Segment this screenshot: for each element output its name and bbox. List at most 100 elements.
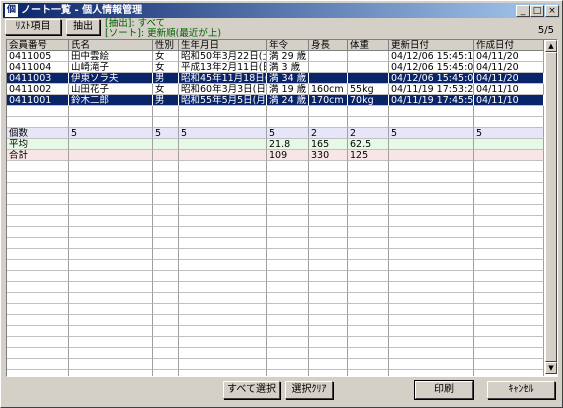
cell-gender <box>153 282 179 293</box>
empty-row <box>7 271 544 282</box>
cell-height <box>309 315 348 326</box>
extract-button[interactable]: 抽出 <box>66 19 100 35</box>
cell-age: 109 <box>267 150 309 161</box>
cell-age <box>267 260 309 271</box>
cell-age <box>267 161 309 172</box>
title-bar[interactable]: 個 ノート一覧 - 個人情報管理 _ □ × <box>3 3 560 18</box>
empty-row <box>7 205 544 216</box>
clear-selection-button[interactable]: 選択ｸﾘｱ <box>285 381 333 399</box>
cell-created <box>474 117 544 128</box>
cell-member-no <box>7 337 69 348</box>
cell-height <box>309 249 348 260</box>
print-button[interactable]: 印刷 <box>414 380 474 400</box>
cell-name <box>69 106 153 117</box>
cell-created: 5 <box>474 128 544 139</box>
cell-gender <box>153 172 179 183</box>
data-grid[interactable]: 会員番号 氏名 性別 生年月日 年令 身長 体重 更新日付 作成日付 0411005 田中雲絵女昭和… <box>6 39 558 377</box>
cell-updated: 04/12/06 15:45:02 <box>389 73 474 84</box>
vertical-scrollbar[interactable]: ▲ ▼ <box>545 40 557 374</box>
cell-height: 160cm <box>309 84 348 95</box>
cell-name <box>69 348 153 359</box>
cell-name: 鈴木二郎 <box>69 95 153 106</box>
cell-name <box>69 326 153 337</box>
cell-updated <box>389 161 474 172</box>
cell-weight <box>348 172 389 183</box>
cell-weight <box>348 293 389 304</box>
cell-created <box>474 194 544 205</box>
cell-gender <box>153 106 179 117</box>
column-header-created: 作成日付 <box>474 40 544 51</box>
cell-age <box>267 238 309 249</box>
cell-gender <box>153 359 179 370</box>
cell-created <box>474 227 544 238</box>
cell-height: 165 <box>309 139 348 150</box>
cell-created <box>474 293 544 304</box>
scroll-up-icon[interactable]: ▲ <box>545 40 557 52</box>
minimize-button[interactable]: _ <box>516 5 530 17</box>
cell-weight <box>348 249 389 260</box>
scroll-thumb[interactable] <box>545 52 557 362</box>
cell-birthdate <box>179 359 267 370</box>
maximize-button[interactable]: □ <box>530 5 544 17</box>
cell-height <box>309 51 348 62</box>
cell-age <box>267 359 309 370</box>
cell-updated <box>389 150 474 161</box>
cell-weight <box>348 359 389 370</box>
table-row[interactable]: 0411003伊東ソラ夫男昭和45年11月18日(水満 34 歳 04/12/06… <box>7 73 544 84</box>
cell-weight <box>348 260 389 271</box>
cell-height <box>309 282 348 293</box>
cell-gender: 女 <box>153 84 179 95</box>
cancel-button[interactable]: ｷｬﾝｾﾙ <box>487 381 555 399</box>
table-row[interactable]: 0411004 山崎滝子女平成13年2月11日(日満 3 歳 04/12/06 15… <box>7 62 544 73</box>
cell-birthdate: 5 <box>179 128 267 139</box>
cell-height <box>309 238 348 249</box>
table-row[interactable]: 0411005 田中雲絵女昭和50年3月22日(土満 29 歳 04/12/06 1… <box>7 51 544 62</box>
select-all-button[interactable]: すべて選択 <box>223 381 280 399</box>
empty-row <box>7 216 544 227</box>
column-header-member-no: 会員番号 <box>7 40 69 51</box>
cell-birthdate <box>179 304 267 315</box>
scroll-down-icon[interactable]: ▼ <box>545 362 557 374</box>
cell-member-no: 0411002 <box>7 84 69 95</box>
cell-weight: 62.5 <box>348 139 389 150</box>
cell-age <box>267 216 309 227</box>
cell-name <box>69 194 153 205</box>
cell-weight: 2 <box>348 128 389 139</box>
empty-row <box>7 348 544 359</box>
cell-updated <box>389 271 474 282</box>
close-button[interactable]: × <box>545 5 559 17</box>
cell-height <box>309 161 348 172</box>
cell-height <box>309 359 348 370</box>
cell-height <box>309 216 348 227</box>
list-items-button[interactable]: ﾘｽﾄ項目 <box>5 19 61 35</box>
cell-member-no <box>7 260 69 271</box>
cell-updated <box>389 293 474 304</box>
cell-birthdate <box>179 370 267 376</box>
cell-gender <box>153 238 179 249</box>
cell-birthdate: 平成13年2月11日(日 <box>179 62 267 73</box>
cell-birthdate <box>179 183 267 194</box>
cell-weight <box>348 271 389 282</box>
cell-age <box>267 304 309 315</box>
cell-member-no <box>7 216 69 227</box>
cell-created <box>474 359 544 370</box>
empty-row <box>7 117 544 128</box>
cell-updated <box>389 326 474 337</box>
table-row[interactable]: 0411002 山田花子女昭和60年3月3日(日) 満 19 歳 160cm 55kg 0… <box>7 84 544 95</box>
cell-member-no <box>7 348 69 359</box>
cell-member-no <box>7 227 69 238</box>
cell-age <box>267 183 309 194</box>
cell-height <box>309 106 348 117</box>
cell-birthdate: 昭和55年5月5日(月) <box>179 95 267 106</box>
cell-name <box>69 205 153 216</box>
cell-birthdate: 昭和50年3月22日(土 <box>179 51 267 62</box>
cell-created <box>474 238 544 249</box>
cell-name <box>69 304 153 315</box>
cell-member-no <box>7 315 69 326</box>
table-row[interactable]: 0411001 鈴木二郎男昭和55年5月5日(月) 満 24 歳 170cm 70kg 0… <box>7 95 544 106</box>
cell-updated <box>389 282 474 293</box>
empty-row <box>7 172 544 183</box>
cell-updated <box>389 315 474 326</box>
cell-updated <box>389 227 474 238</box>
cell-age: 満 3 歳 <box>267 62 309 73</box>
